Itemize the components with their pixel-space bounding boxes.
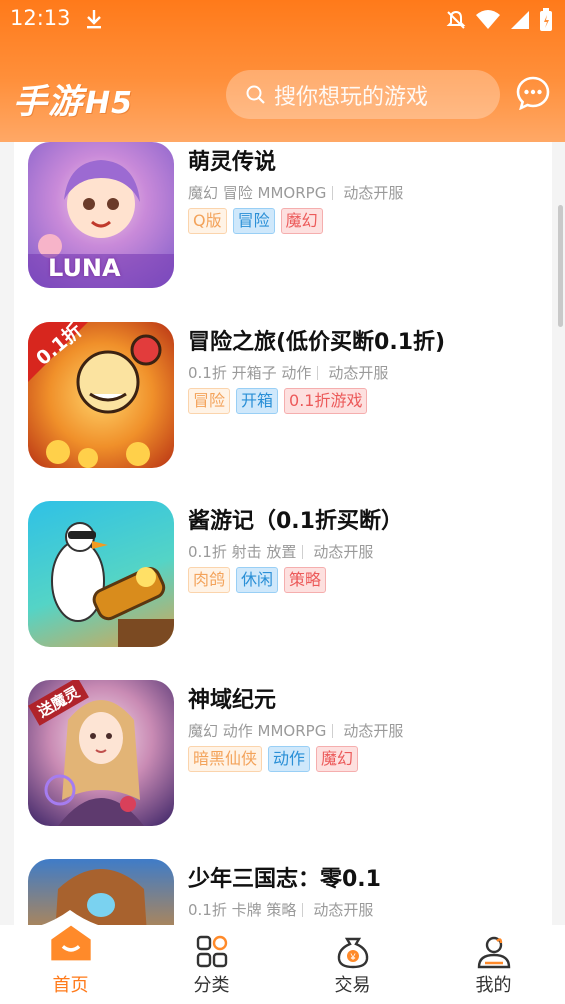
tag: 策略 <box>284 567 327 593</box>
app-header: 12:13 手游H5 搜你想玩的游戏 <box>0 0 565 142</box>
tag: Q版 <box>188 208 227 234</box>
tab-label: 分类 <box>193 975 230 996</box>
tab-home[interactable]: 首页 <box>0 925 141 1004</box>
game-list: LUNA 萌灵传说 魔幻 冒险 MMORPG 动态开服 Q版 冒险 魔幻 0.1… <box>14 142 552 1004</box>
search-icon <box>246 85 265 104</box>
tag: 动作 <box>268 746 311 772</box>
game-server-status: 动态开服 <box>313 543 374 561</box>
game-item[interactable]: 酱游记（0.1折买断） 0.1折 射击 放置 动态开服 肉鸽 休闲 策略 <box>28 501 548 651</box>
tag: 开箱 <box>236 388 279 414</box>
status-bar: 12:13 <box>0 0 565 38</box>
tab-label: 我的 <box>475 975 512 996</box>
game-thumbnail[interactable] <box>28 501 174 647</box>
bottom-tab-bar: 首页 分类 ¥ 交易 我的 <box>0 925 565 1004</box>
game-art-image <box>51 522 174 647</box>
divider <box>332 723 334 738</box>
tab-label: 交易 <box>334 975 371 996</box>
trade-money-bag-icon: ¥ <box>337 937 368 969</box>
tag: 暗黑仙侠 <box>188 746 263 772</box>
divider <box>302 544 304 559</box>
logo-text: 手游 <box>13 82 83 122</box>
game-category: 魔幻 冒险 MMORPG <box>188 184 327 202</box>
search-placeholder: 搜你想玩的游戏 <box>274 84 429 110</box>
mute-notification-icon <box>446 10 466 29</box>
game-title[interactable]: 少年三国志：零0.1 <box>188 861 381 893</box>
game-meta: 魔幻 动作 MMORPG 动态开服 <box>188 720 403 741</box>
signal-icon <box>511 11 529 29</box>
game-item[interactable]: LUNA 萌灵传说 魔幻 冒险 MMORPG 动态开服 Q版 冒险 魔幻 <box>28 142 548 292</box>
game-title[interactable]: 冒险之旅(低价买断0.1折) <box>188 324 445 356</box>
tag-list: 肉鸽 休闲 策略 <box>188 567 327 593</box>
game-category: 魔幻 动作 MMORPG <box>188 722 327 740</box>
search-bar[interactable]: 搜你想玩的游戏 <box>226 70 500 119</box>
tag-list: 暗黑仙侠 动作 魔幻 <box>188 746 359 772</box>
game-server-status: 动态开服 <box>343 184 404 202</box>
message-icon[interactable] <box>516 76 550 110</box>
game-thumbnail[interactable]: 送魔灵 <box>28 680 174 826</box>
divider <box>332 185 334 200</box>
tag: 魔幻 <box>316 746 359 772</box>
tag: 0.1折游戏 <box>284 388 368 414</box>
game-item[interactable]: 送魔灵 神域纪元 魔幻 动作 MMORPG 动态开服 暗黑仙侠 动作 魔幻 <box>28 680 548 830</box>
game-server-status: 动态开服 <box>328 364 389 382</box>
category-icon <box>196 935 227 968</box>
download-icon <box>87 10 101 29</box>
scrollbar[interactable] <box>558 205 563 327</box>
game-category: 0.1折 开箱子 动作 <box>188 364 312 382</box>
logo-suffix: H5 <box>85 86 133 121</box>
battery-icon <box>540 8 552 31</box>
game-meta: 0.1折 开箱子 动作 动态开服 <box>188 362 388 383</box>
svg-text:¥: ¥ <box>349 952 356 962</box>
tab-profile[interactable]: 我的 <box>423 925 564 1004</box>
game-art-caption: LUNA <box>48 254 121 282</box>
tag-list: Q版 冒险 魔幻 <box>188 208 323 234</box>
game-title[interactable]: 神域纪元 <box>188 682 276 714</box>
game-item[interactable]: 0.1折 冒险之旅(低价买断0.1折) 0.1折 开箱子 动作 动态开服 冒险 … <box>28 322 548 472</box>
tag-list: 冒险 开箱 0.1折游戏 <box>188 388 368 414</box>
game-server-status: 动态开服 <box>343 722 404 740</box>
tab-label: 首页 <box>52 975 89 996</box>
tag: 魔幻 <box>280 208 323 234</box>
game-thumbnail[interactable]: 0.1折 <box>28 322 174 468</box>
game-thumbnail[interactable]: LUNA <box>28 142 174 288</box>
tag: 休闲 <box>236 567 279 593</box>
game-meta: 0.1折 射击 放置 动态开服 <box>188 541 373 562</box>
tab-category[interactable]: 分类 <box>141 925 282 1004</box>
tab-trade[interactable]: ¥ 交易 <box>282 925 423 1004</box>
game-meta: 魔幻 冒险 MMORPG 动态开服 <box>188 182 403 203</box>
profile-icon <box>477 936 510 969</box>
home-icon <box>50 925 91 961</box>
game-title[interactable]: 萌灵传说 <box>188 144 276 176</box>
tag: 肉鸽 <box>188 567 231 593</box>
status-time: 12:13 <box>10 6 71 30</box>
tag: 冒险 <box>188 388 231 414</box>
game-category: 0.1折 射击 放置 <box>188 543 297 561</box>
tag: 冒险 <box>232 208 275 234</box>
app-logo: 手游H5 <box>13 74 133 123</box>
wifi-icon <box>476 10 500 29</box>
divider <box>317 365 319 380</box>
game-title[interactable]: 酱游记（0.1折买断） <box>188 503 403 535</box>
